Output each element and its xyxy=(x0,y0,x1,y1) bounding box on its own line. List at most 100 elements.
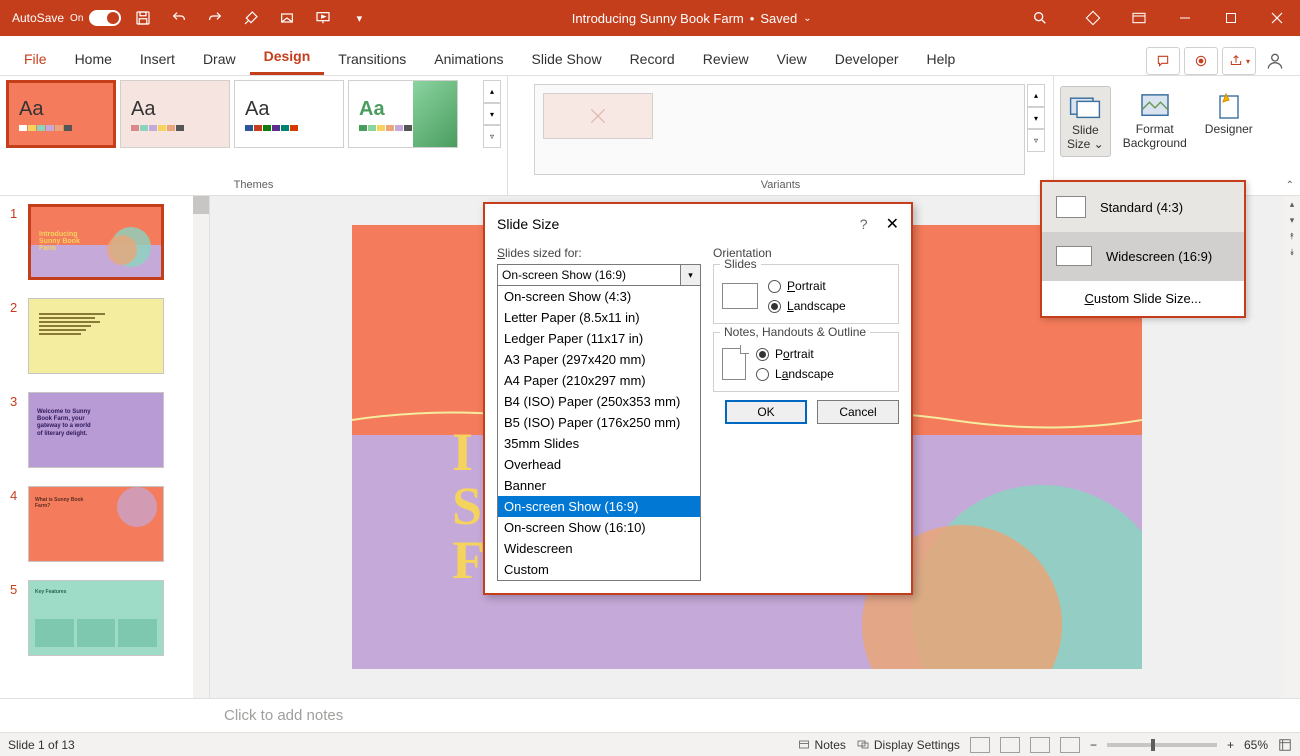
slides-landscape-radio[interactable]: Landscape xyxy=(768,299,846,313)
designer-button[interactable]: Designer xyxy=(1199,86,1259,140)
tab-developer[interactable]: Developer xyxy=(821,43,913,75)
variants-more-icon[interactable]: ▿ xyxy=(1027,129,1045,152)
tab-home[interactable]: Home xyxy=(61,43,126,75)
share-button[interactable]: ▾ xyxy=(1222,47,1256,75)
size-option[interactable]: B4 (ISO) Paper (250x353 mm) xyxy=(498,391,700,412)
themes-down-icon[interactable]: ▾ xyxy=(483,103,501,126)
theme-option-4[interactable]: Aa xyxy=(348,80,458,148)
tab-view[interactable]: View xyxy=(763,43,821,75)
thumb-scroll-handle[interactable] xyxy=(193,196,209,214)
slide-size-button[interactable]: SlideSize ⌄ xyxy=(1060,86,1111,157)
thumb-scrollbar[interactable] xyxy=(193,196,209,698)
tab-draw[interactable]: Draw xyxy=(189,43,250,75)
minimize-button[interactable] xyxy=(1162,0,1208,36)
record-button[interactable] xyxy=(1184,47,1218,75)
size-option[interactable]: A3 Paper (297x420 mm) xyxy=(498,349,700,370)
slides-portrait-radio[interactable]: Portrait xyxy=(768,279,846,293)
slide-title[interactable]: ISF xyxy=(452,425,485,587)
slide-vscrollbar[interactable]: ▴ ▾ ⯭ ⯯ xyxy=(1284,196,1300,698)
variant-option[interactable] xyxy=(543,93,653,139)
size-option[interactable]: 35mm Slides xyxy=(498,433,700,454)
size-option[interactable]: Custom xyxy=(498,559,700,580)
tab-transitions[interactable]: Transitions xyxy=(324,43,420,75)
theme-option-3[interactable]: Aa xyxy=(234,80,344,148)
prev-slide-icon[interactable]: ⯭ xyxy=(1284,228,1300,244)
fit-window-icon[interactable] xyxy=(1278,738,1292,752)
dialog-close-icon[interactable]: ✕ xyxy=(886,214,899,234)
view-sorter-icon[interactable] xyxy=(1000,737,1020,753)
size-option[interactable]: On-screen Show (16:9) xyxy=(498,496,700,517)
view-reading-icon[interactable] xyxy=(1030,737,1050,753)
notes-landscape-radio[interactable]: Landscape xyxy=(756,367,834,381)
size-option[interactable]: Letter Paper (8.5x11 in) xyxy=(498,307,700,328)
view-normal-icon[interactable] xyxy=(970,737,990,753)
autosave-toggle[interactable]: AutoSave On xyxy=(12,10,121,26)
search-icon[interactable] xyxy=(1026,4,1054,32)
collapse-ribbon-icon[interactable]: ⌃ xyxy=(1286,180,1294,191)
tab-file[interactable]: File xyxy=(10,43,61,75)
zoom-slider[interactable] xyxy=(1107,743,1217,747)
theme-option-1[interactable]: Aa xyxy=(6,80,116,148)
themes-up-icon[interactable]: ▴ xyxy=(483,80,501,103)
notes-placeholder[interactable]: Click to add notes xyxy=(210,707,343,724)
zoom-value[interactable]: 65% xyxy=(1244,738,1268,752)
save-icon[interactable] xyxy=(129,4,157,32)
thumbnail-4[interactable]: What is Sunny BookFarm? xyxy=(28,486,164,562)
maximize-button[interactable] xyxy=(1208,0,1254,36)
next-slide-icon[interactable]: ⯯ xyxy=(1284,244,1300,260)
notes-pane[interactable]: Click to add notes xyxy=(0,698,1300,732)
size-option[interactable]: Ledger Paper (11x17 in) xyxy=(498,328,700,349)
themes-spinner[interactable]: ▴ ▾ ▿ xyxy=(483,80,501,148)
thumbnail-1[interactable]: IntroducingSunny BookFarm xyxy=(28,204,164,280)
thumbnail-3[interactable]: Welcome to SunnyBook Farm, yourgateway t… xyxy=(28,392,164,468)
tab-insert[interactable]: Insert xyxy=(126,43,189,75)
account-icon[interactable] xyxy=(1260,51,1290,71)
title-dropdown-icon[interactable]: ⌄ xyxy=(803,13,811,24)
combo-dropdown-icon[interactable]: ▾ xyxy=(681,264,701,286)
size-option[interactable]: On-screen Show (16:10) xyxy=(498,517,700,538)
tab-slideshow[interactable]: Slide Show xyxy=(518,43,616,75)
size-option[interactable]: On-screen Show (4:3) xyxy=(498,286,700,307)
undo-icon[interactable] xyxy=(165,4,193,32)
size-widescreen[interactable]: Widescreen (16:9) xyxy=(1042,232,1244,280)
cancel-button[interactable]: Cancel xyxy=(817,400,899,424)
size-standard[interactable]: Standard (4:3) xyxy=(1042,182,1244,232)
themes-more-icon[interactable]: ▿ xyxy=(483,125,501,148)
redo-icon[interactable] xyxy=(201,4,229,32)
notes-toggle[interactable]: Notes xyxy=(797,738,846,752)
ok-button[interactable]: OK xyxy=(725,400,807,424)
theme-option-2[interactable]: Aa xyxy=(120,80,230,148)
dialog-help-icon[interactable]: ? xyxy=(860,216,868,232)
thumbnail-2[interactable] xyxy=(28,298,164,374)
thumbnail-5[interactable]: Key Features xyxy=(28,580,164,656)
size-custom[interactable]: Custom Slide Size... xyxy=(1042,280,1244,316)
diamond-icon[interactable] xyxy=(1070,0,1116,36)
quickaccess-icon-1[interactable] xyxy=(237,4,265,32)
display-settings[interactable]: Display Settings xyxy=(856,738,960,752)
variants-spinner[interactable]: ▴ ▾ ▿ xyxy=(1027,84,1045,152)
quickaccess-icon-2[interactable] xyxy=(273,4,301,32)
tab-help[interactable]: Help xyxy=(913,43,970,75)
ribbon-display-icon[interactable] xyxy=(1116,0,1162,36)
sized-for-combo[interactable] xyxy=(497,264,681,286)
qat-overflow-icon[interactable]: ▾ xyxy=(345,4,373,32)
sized-for-listbox[interactable]: On-screen Show (4:3)Letter Paper (8.5x11… xyxy=(497,286,701,581)
zoom-handle[interactable] xyxy=(1151,739,1155,751)
size-option[interactable]: B5 (ISO) Paper (176x250 mm) xyxy=(498,412,700,433)
variants-down-icon[interactable]: ▾ xyxy=(1027,107,1045,130)
scroll-up-icon[interactable]: ▴ xyxy=(1284,196,1300,212)
scroll-down-icon[interactable]: ▾ xyxy=(1284,212,1300,228)
tab-record[interactable]: Record xyxy=(616,43,689,75)
comments-button[interactable] xyxy=(1146,47,1180,75)
zoom-in[interactable]: + xyxy=(1227,738,1234,752)
view-slideshow-icon[interactable] xyxy=(1060,737,1080,753)
size-option[interactable]: Widescreen xyxy=(498,538,700,559)
size-option[interactable]: Banner xyxy=(498,475,700,496)
notes-portrait-radio[interactable]: Portrait xyxy=(756,347,834,361)
autosave-switch[interactable] xyxy=(89,10,121,26)
variants-up-icon[interactable]: ▴ xyxy=(1027,84,1045,107)
tab-review[interactable]: Review xyxy=(689,43,763,75)
close-button[interactable] xyxy=(1254,0,1300,36)
zoom-out[interactable]: − xyxy=(1090,738,1097,752)
size-option[interactable]: A4 Paper (210x297 mm) xyxy=(498,370,700,391)
